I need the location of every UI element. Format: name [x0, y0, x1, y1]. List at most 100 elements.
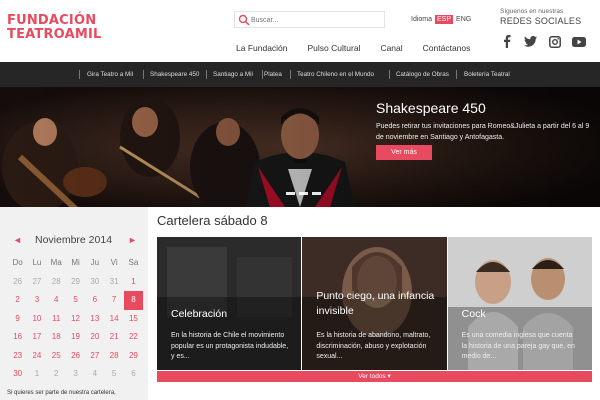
prev-month-icon[interactable]: ◄ [13, 235, 22, 245]
carousel-dot[interactable] [286, 192, 295, 195]
lang-esp[interactable]: ESP [435, 15, 454, 24]
subnav-boleteria-teatral[interactable]: Boletería Teatral [464, 62, 510, 87]
calendar-day[interactable]: 18 [47, 328, 66, 347]
nav-separator [389, 70, 390, 79]
search-input[interactable] [251, 13, 381, 27]
calendar-day[interactable]: 15 [124, 310, 143, 329]
calendar-day[interactable]: 25 [47, 347, 66, 366]
calendar-day[interactable]: 12 [66, 310, 85, 329]
calendar-day[interactable]: 19 [66, 328, 85, 347]
calendar-day[interactable]: 14 [104, 310, 123, 329]
carousel-dot[interactable] [312, 192, 321, 195]
instagram-icon[interactable] [547, 35, 562, 48]
calendar-week: 23 24 25 26 27 28 29 [8, 347, 144, 366]
calendar-day[interactable]: 13 [85, 310, 104, 329]
calendar-day-other-month: 27 [32, 276, 42, 286]
calendar-day[interactable]: 21 [104, 328, 123, 347]
calendar-day[interactable]: 30 [8, 365, 27, 384]
calendar-day[interactable]: 3 [27, 291, 46, 310]
language-switcher: Idioma ESP ENG [411, 15, 471, 24]
calendar-day-other-month: 6 [131, 369, 136, 378]
next-month-icon[interactable]: ► [128, 235, 137, 245]
ver-mas-button[interactable]: Ver más [376, 145, 432, 160]
calendar-day[interactable]: 4 [47, 291, 66, 310]
weekday-label: Lu [32, 258, 42, 267]
event-title: Cock [461, 308, 486, 320]
calendar-day[interactable]: 23 [8, 347, 27, 366]
carousel-dot[interactable] [299, 192, 308, 195]
weekday-label: Vi [110, 258, 118, 267]
calendar-day-other-month: 31 [109, 276, 119, 286]
event-card-cock[interactable]: Cock Es una comedia inglesa que cuenta l… [447, 237, 592, 370]
logo[interactable]: FUNDACIÓN TEATROAMIL [7, 14, 117, 42]
nav-contactanos[interactable]: Contáctanos [423, 43, 471, 53]
calendar-day[interactable]: 7 [104, 291, 123, 310]
event-card-punto-ciego[interactable]: Punto ciego, una infancia invisible Es l… [302, 237, 447, 370]
calendar-day[interactable]: 26 [66, 347, 85, 366]
social-icons [499, 35, 586, 48]
weekday-label: Ma [50, 258, 62, 267]
calendar-day-other-month: 30 [90, 276, 100, 286]
search-icon[interactable] [238, 14, 250, 26]
hero-image [0, 87, 600, 207]
sub-nav: Gira Teatro a Mil Shakespeare 450 Santia… [0, 62, 600, 87]
calendar-day[interactable]: 17 [27, 328, 46, 347]
subnav-teatro-chileno[interactable]: Teatro Chileno en el Mundo [297, 62, 374, 87]
calendar-day[interactable]: 11 [47, 310, 66, 329]
subnav-shakespeare-450[interactable]: Shakespeare 450 [150, 62, 199, 87]
language-label: Idioma [411, 16, 433, 23]
main-nav: La Fundación Pulso Cultural Canal Contác… [236, 43, 470, 53]
subnav-catalogo-de-obras[interactable]: Catálogo de Obras [396, 62, 449, 87]
subnav-santiago-a-mil[interactable]: Santiago a Mil [213, 62, 253, 87]
calendar-day[interactable]: 20 [85, 328, 104, 347]
calendar-week: 2345678 [8, 291, 144, 310]
event-title: Celebración [171, 308, 228, 320]
hero-title: Shakespeare 450 [376, 100, 486, 116]
calendar-day-other-month: 4 [92, 369, 98, 378]
facebook-icon[interactable] [499, 35, 514, 48]
twitter-icon[interactable] [523, 35, 538, 48]
nav-separator [79, 70, 80, 79]
calendar: ◄ Noviembre 2014 ► Do Lu Ma Mi Ju Vi Sa 26 27 28 2… [0, 207, 148, 400]
calendar-day[interactable]: 6 [85, 291, 104, 310]
calendar-day[interactable]: 29 [124, 347, 143, 366]
youtube-icon[interactable] [571, 35, 586, 48]
calendar-day-other-month: 29 [71, 276, 80, 286]
nav-separator [143, 70, 144, 79]
calendar-day[interactable]: 28 [104, 347, 123, 366]
event-title: Punto ciego, una infancia invisible [316, 290, 435, 317]
calendar-day-other-month: 5 [111, 369, 117, 378]
subnav-platea[interactable]: Platea [264, 62, 282, 87]
weekday-label: Do [12, 258, 23, 267]
calendar-day[interactable]: 10 [27, 310, 46, 329]
weekday-label: Sa [128, 258, 139, 267]
calendar-day[interactable]: 8 [123, 291, 144, 310]
calendar-footer: Si quieres ser parte de nuestra carteler… [7, 390, 116, 396]
calendar-day[interactable]: 5 [66, 291, 85, 310]
calendar-day[interactable]: 1 [124, 273, 143, 292]
calendar-day-other-month: 28 [51, 276, 61, 286]
nav-pulso-cultural[interactable]: Pulso Cultural [308, 43, 361, 53]
nav-canal[interactable]: Canal [380, 43, 402, 53]
calendar-day[interactable]: 16 [8, 328, 27, 347]
nav-la-fundacion[interactable]: La Fundación [236, 43, 288, 53]
calendar-day[interactable]: 9 [8, 310, 27, 329]
lang-eng[interactable]: ENG [456, 16, 471, 23]
cartelera-title: Cartelera sábado 8 [157, 213, 268, 228]
weekday-label: Ju [90, 258, 100, 267]
logo-line1: FUNDACIÓN [7, 13, 97, 28]
hero-banner[interactable]: Shakespeare 450 Puedes retirar tus invit… [0, 87, 600, 207]
calendar-day[interactable]: 24 [27, 347, 46, 366]
event-card-celebracion[interactable]: Celebración En la historia de Chile el m… [157, 237, 302, 370]
ver-todos-button[interactable]: Ver todos ▾ [157, 371, 592, 382]
calendar-day[interactable]: 2 [8, 291, 27, 310]
calendar-day[interactable]: 22 [124, 328, 143, 347]
weekday-row: Do Lu Ma Mi Ju Vi Sa [8, 254, 144, 273]
calendar-day[interactable]: 27 [85, 347, 104, 366]
logo-line2: TEATROAMIL [7, 27, 102, 42]
subnav-gira-teatro-a-mil[interactable]: Gira Teatro a Mil [87, 62, 133, 87]
search-box [234, 11, 385, 28]
calendar-week: 9 10 11 12 13 14 15 [8, 310, 144, 329]
weekday-label: Mi [71, 258, 80, 267]
calendar-header: ◄ Noviembre 2014 ► [0, 234, 148, 250]
